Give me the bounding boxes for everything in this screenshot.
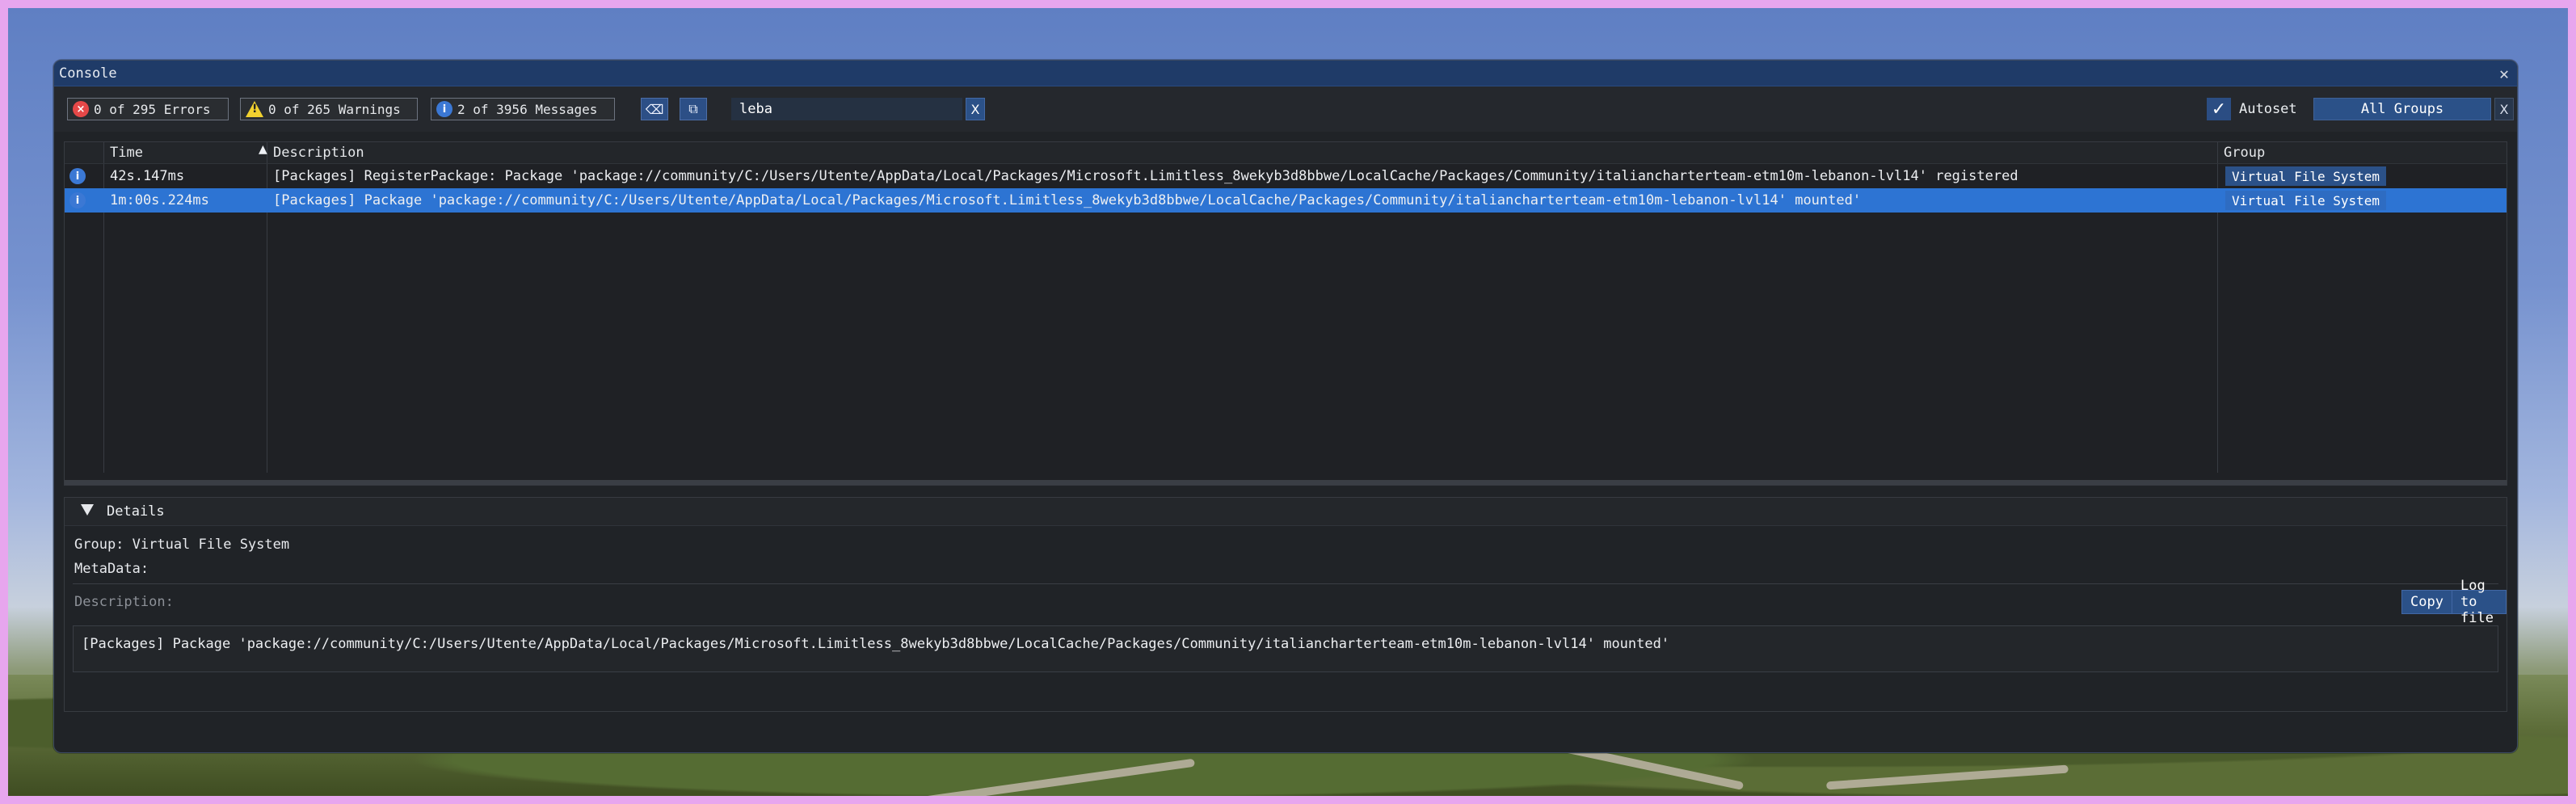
description-label: Description: [74,594,174,610]
clear-search-button[interactable]: X [966,98,985,120]
copy-button[interactable]: Copy [2401,590,2452,614]
autoset-label: Autoset [2239,101,2297,117]
messages-filter-button[interactable]: i 2 of 3956 Messages [431,98,615,120]
console-window: Console ✕ × 0 of 295 Errors 0 of 265 War… [53,60,2518,753]
collapse-triangle-icon[interactable] [81,504,94,516]
messages-filter-label: 2 of 3956 Messages [457,101,598,117]
details-description-box: [Packages] Package 'package://community/… [73,625,2498,672]
warnings-filter-label: 0 of 265 Warnings [268,101,401,117]
autoset-toggle[interactable]: ✓ Autoset [2207,98,2297,120]
info-icon: i [436,101,452,117]
table-header: Time ▲ Description Group [65,142,2507,164]
details-divider [73,583,2498,584]
errors-filter-button[interactable]: × 0 of 295 Errors [67,98,229,120]
error-icon: × [73,101,89,117]
copy-icon: ⧉ [688,101,698,116]
info-icon: i [69,168,86,184]
close-button[interactable]: ✕ [2499,65,2509,82]
row-group-badge: Virtual File System [2225,166,2387,186]
column-separator [2217,142,2218,163]
details-panel: Details Group: Virtual File System MetaD… [64,497,2507,712]
row-group-badge: Virtual File System [2225,191,2387,210]
column-separator [103,142,104,163]
log-to-file-button[interactable]: Log to file [2452,578,2507,626]
warnings-filter-button[interactable]: 0 of 265 Warnings [240,98,418,120]
table-row[interactable]: i 42s.147ms [Packages] RegisterPackage: … [65,164,2507,188]
group-select[interactable]: All Groups [2313,98,2491,120]
clear-group-button[interactable]: X [2494,98,2514,120]
errors-filter-label: 0 of 295 Errors [94,101,211,117]
details-metadata-line: MetaData: [74,561,149,577]
copy-log-button[interactable]: ⧉ [680,98,707,120]
checkmark-icon: ✓ [2211,99,2227,120]
horizontal-scrollbar[interactable] [65,480,2507,485]
eraser-icon: ⌫ [645,101,664,117]
row-description: [Packages] Package 'package://community/… [273,192,1862,208]
row-time: 42s.147ms [110,168,185,184]
window-titlebar: Console ✕ [54,61,2517,86]
info-icon: i [69,192,86,208]
table-row[interactable]: i 1m:00s.224ms [Packages] Package 'packa… [65,188,2507,213]
group-column-header[interactable]: Group [2224,145,2265,161]
time-column-header[interactable]: Time [110,145,143,161]
details-title: Details [107,503,165,520]
log-table: Time ▲ Description Group i 42s.147ms [Pa… [64,141,2507,486]
row-description: [Packages] RegisterPackage: Package 'pac… [273,168,2018,184]
console-toolbar: × 0 of 295 Errors 0 of 265 Warnings i 2 … [54,86,2517,132]
table-rows: i 42s.147ms [Packages] RegisterPackage: … [65,164,2507,473]
autoset-checkbox[interactable]: ✓ [2207,98,2231,120]
warning-icon [246,101,263,117]
window-title: Console [59,65,117,82]
row-time: 1m:00s.224ms [110,192,209,208]
description-column-header[interactable]: Description [273,145,364,161]
desktop-background: Console ✕ × 0 of 295 Errors 0 of 265 War… [8,8,2568,796]
details-group-line: Group: Virtual File System [74,537,290,553]
search-input[interactable] [731,98,962,120]
clear-log-button[interactable]: ⌫ [641,98,668,120]
details-header[interactable]: Details [65,498,2507,526]
group-filter: All Groups X [2313,98,2514,120]
search-area: X [731,98,998,120]
sort-up-icon[interactable]: ▲ [259,143,267,156]
